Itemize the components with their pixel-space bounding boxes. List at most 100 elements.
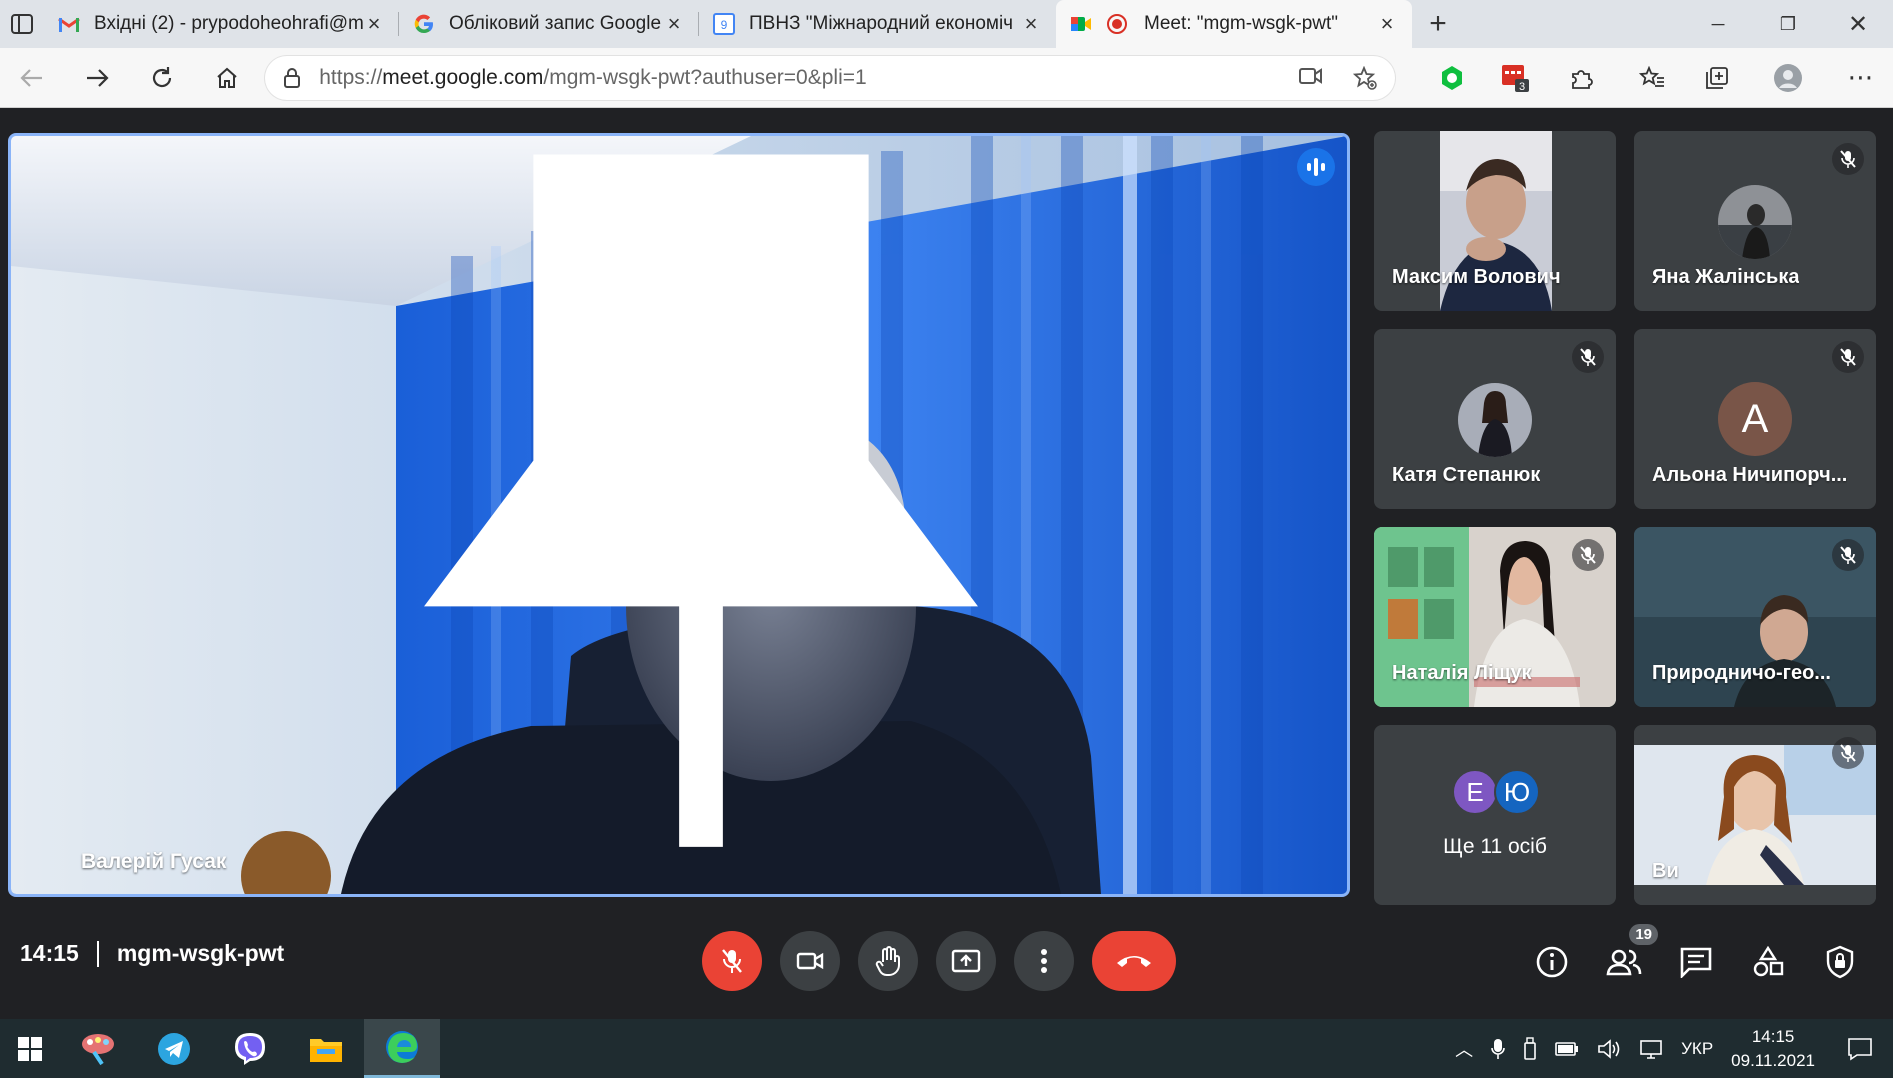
more-vert-icon	[1041, 949, 1047, 973]
start-button[interactable]	[0, 1019, 60, 1078]
participant-name: Катя Степанюк	[1392, 464, 1541, 486]
collections-icon[interactable]	[1685, 48, 1750, 108]
svg-text:3: 3	[1519, 81, 1525, 93]
svg-text:9: 9	[721, 18, 728, 32]
paint-palette-icon	[82, 1033, 114, 1065]
tab-meet[interactable]: Meet: "mgm-wsgk-pwt" ×	[1056, 0, 1412, 48]
more-options-button[interactable]	[1014, 931, 1074, 991]
restore-button[interactable]: ❐	[1753, 0, 1823, 48]
shield-lock-icon	[1826, 945, 1854, 979]
mic-toggle-button[interactable]	[702, 931, 762, 991]
input-language-indicator[interactable]: УКР	[1681, 1039, 1713, 1059]
minimize-button[interactable]: ─	[1683, 0, 1753, 48]
settings-more-icon[interactable]: ⋯	[1828, 48, 1893, 108]
tab-google-account[interactable]: Обліковий запис Google ×	[399, 0, 699, 48]
chat-button[interactable]	[1674, 940, 1718, 984]
meeting-details-button[interactable]	[1530, 940, 1574, 984]
mic-off-icon	[1572, 341, 1604, 373]
meet-stage: Валерій Гусак Максим Волович Яна Жалінсь…	[0, 109, 1893, 1019]
participant-tile[interactable]: Наталія Ліщук	[1374, 527, 1616, 707]
tab-actions-icon	[11, 14, 33, 34]
battery-icon[interactable]	[1555, 1041, 1579, 1057]
participant-avatar	[1458, 383, 1532, 457]
participant-tile[interactable]: Катя Степанюк	[1374, 329, 1616, 509]
window-close-button[interactable]: ✕	[1823, 0, 1893, 48]
meet-control-bar: 14:15 mgm-wsgk-pwt 19	[0, 900, 1893, 1020]
close-tab-icon[interactable]: ×	[1020, 11, 1042, 37]
host-controls-button[interactable]	[1818, 940, 1862, 984]
new-tab-button[interactable]: +	[1412, 0, 1464, 48]
favorites-icon[interactable]	[1620, 48, 1685, 108]
taskbar-app-icon[interactable]	[60, 1019, 136, 1078]
back-button[interactable]	[0, 48, 65, 108]
raise-hand-button[interactable]	[858, 931, 918, 991]
viber-taskbar-icon[interactable]	[212, 1019, 288, 1078]
participant-name: Природничо-гео...	[1652, 662, 1831, 684]
edge-taskbar-icon[interactable]	[364, 1019, 440, 1078]
participant-name: Наталія Ліщук	[1392, 662, 1532, 684]
meeting-code: mgm-wsgk-pwt	[116, 940, 285, 966]
windows-logo-icon	[18, 1036, 42, 1061]
extension-calendar-icon[interactable]: 3	[1484, 48, 1549, 108]
pin-icon[interactable]	[33, 133, 1350, 876]
tab-title: Обліковий запис Google	[449, 13, 662, 34]
participant-initial-avatar: Е	[1452, 769, 1498, 815]
close-tab-icon[interactable]: ×	[1376, 11, 1398, 37]
main-speaker-name: Валерій Гусак	[81, 850, 227, 873]
participant-name: Максим Волович	[1392, 266, 1561, 288]
home-icon	[217, 67, 237, 88]
participant-tile[interactable]: Природничо-гео...	[1634, 527, 1876, 707]
add-favorite-icon[interactable]	[1353, 65, 1378, 90]
file-explorer-taskbar-icon[interactable]	[288, 1019, 364, 1078]
tab-title: Meet: "mgm-wsgk-pwt"	[1144, 13, 1339, 34]
self-view-tile[interactable]: Ви	[1634, 725, 1876, 905]
forward-button[interactable]	[65, 48, 130, 108]
tab-gmail[interactable]: Вхідні (2) - prypodoheohrafi@m ×	[44, 0, 399, 48]
usb-device-icon[interactable]	[1523, 1036, 1537, 1061]
notifications-icon[interactable]	[1847, 1037, 1873, 1061]
close-tab-icon[interactable]: ×	[363, 11, 385, 37]
participant-name: Яна Жалінська	[1652, 266, 1800, 288]
meet-icon	[1070, 13, 1092, 35]
camera-in-use-icon[interactable]	[1299, 66, 1323, 86]
meeting-details: 14:15 mgm-wsgk-pwt	[20, 940, 284, 967]
tab-calendar[interactable]: 9 ПВНЗ "Міжнародний економіч ×	[699, 0, 1056, 48]
profile-avatar[interactable]	[1755, 48, 1820, 108]
taskbar-clock[interactable]: 14:15 09.11.2021	[1731, 1025, 1815, 1073]
tab-title: ПВНЗ "Міжнародний економіч	[749, 13, 1014, 34]
system-tray: ︿ УКР 14:15 09.11.2021	[1455, 1025, 1893, 1073]
present-screen-button[interactable]	[936, 931, 996, 991]
activities-button[interactable]	[1746, 940, 1790, 984]
main-speaker-video[interactable]: Валерій Гусак	[8, 133, 1350, 897]
camera-toggle-button[interactable]	[780, 931, 840, 991]
close-tab-icon[interactable]: ×	[663, 11, 685, 37]
participant-initial-avatar: А	[1718, 382, 1792, 456]
extension-green-icon[interactable]	[1419, 48, 1484, 108]
telegram-taskbar-icon[interactable]	[136, 1019, 212, 1078]
clock-date: 09.11.2021	[1731, 1050, 1815, 1070]
mic-off-icon	[722, 949, 742, 973]
microphone-in-use-icon[interactable]	[1491, 1038, 1505, 1060]
home-button[interactable]	[194, 48, 259, 108]
show-hidden-icons-button[interactable]: ︿	[1455, 1036, 1473, 1062]
network-icon[interactable]	[1639, 1039, 1663, 1059]
more-participants-label: Ще 11 осіб	[1443, 835, 1547, 858]
participant-tile[interactable]: А Альона Ничипорч...	[1634, 329, 1876, 509]
lock-icon	[284, 67, 301, 88]
windows-taskbar: ︿ УКР 14:15 09.11.2021	[0, 1019, 1893, 1078]
calendar-icon: 9	[713, 13, 735, 35]
more-participants-tile[interactable]: Е Ю Ще 11 осіб	[1374, 725, 1616, 905]
forward-arrow-icon	[87, 68, 109, 87]
people-button[interactable]: 19	[1602, 924, 1658, 984]
people-count-badge: 19	[1629, 924, 1658, 945]
url-field[interactable]: https://meet.google.com/mgm-wsgk-pwt?aut…	[265, 55, 1396, 100]
info-icon	[1536, 946, 1568, 978]
participant-tile[interactable]: Максим Волович	[1374, 131, 1616, 311]
tab-actions-button[interactable]	[0, 0, 44, 48]
leave-call-button[interactable]	[1092, 931, 1176, 991]
reload-button[interactable]	[130, 48, 195, 108]
participant-tile[interactable]: Яна Жалінська	[1634, 131, 1876, 311]
gmail-icon	[58, 13, 80, 35]
volume-icon[interactable]	[1597, 1038, 1621, 1059]
extensions-puzzle-icon[interactable]	[1549, 48, 1614, 108]
